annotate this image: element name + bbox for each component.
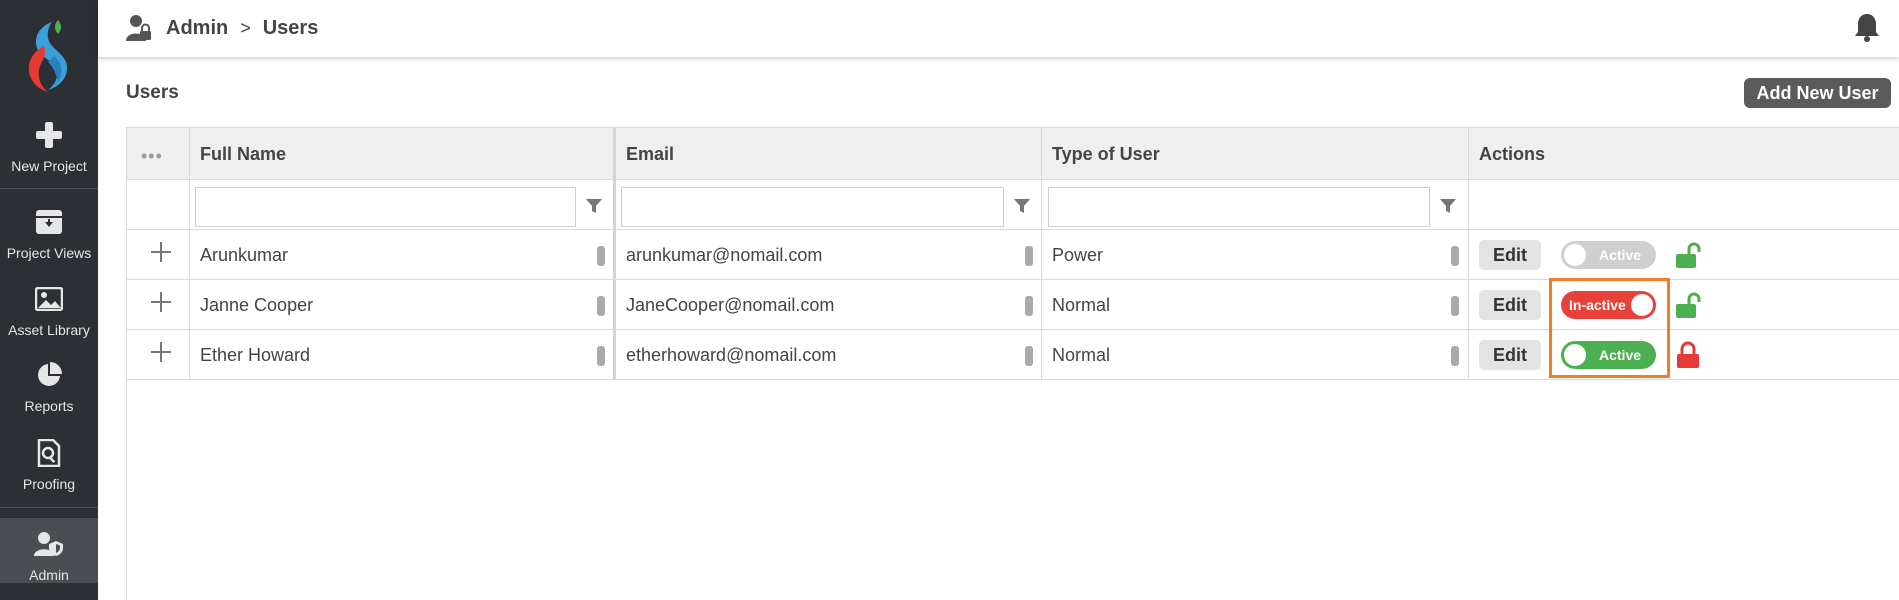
cell-full-name: Arunkumar — [200, 245, 289, 265]
sidebar-item-new-project[interactable]: New Project — [0, 118, 98, 174]
sidebar-item-label: Project Views — [6, 245, 92, 261]
column-header-type[interactable]: Type of User — [1042, 128, 1160, 180]
table-row: Arunkumar arunkumar@nomail.com Power Edi… — [127, 230, 1899, 280]
email-filter-input[interactable] — [621, 187, 1004, 227]
cell-email: arunkumar@nomail.com — [626, 245, 823, 265]
filter-icon[interactable] — [1439, 197, 1457, 215]
highlight-box — [1549, 278, 1670, 378]
column-header-actions: Actions — [1479, 144, 1546, 164]
filter-icon[interactable] — [1013, 197, 1031, 215]
sidebar: New Project Project Views Asset Library … — [0, 0, 98, 600]
sidebar-item-reports[interactable]: Reports — [0, 358, 98, 414]
status-toggle[interactable]: Active — [1561, 241, 1656, 269]
sidebar-item-label: Reports — [24, 398, 74, 414]
unlock-icon[interactable] — [1675, 241, 1701, 269]
cell-type: Normal — [1052, 295, 1111, 315]
user-shield-icon — [32, 527, 66, 561]
plus-icon — [32, 118, 66, 152]
sidebar-item-label: Asset Library — [8, 322, 90, 338]
status-label: Active — [1599, 247, 1642, 263]
resize-grip — [1025, 346, 1033, 366]
sidebar-divider — [0, 507, 98, 508]
sidebar-divider — [0, 188, 98, 189]
notification-bell-icon[interactable] — [1853, 12, 1881, 42]
resize-grip — [1025, 296, 1033, 316]
resize-grip — [1025, 246, 1033, 266]
sidebar-item-proofing[interactable]: Proofing — [0, 436, 98, 492]
resize-grip — [597, 296, 605, 316]
resize-grip — [1451, 246, 1459, 266]
sidebar-item-project-views[interactable]: Project Views — [0, 205, 98, 261]
pie-chart-icon — [32, 358, 66, 392]
resize-grip — [597, 346, 605, 366]
sidebar-item-label: New Project — [11, 158, 87, 174]
filter-row — [127, 180, 1899, 230]
image-icon — [32, 282, 66, 316]
cell-full-name: Ether Howard — [200, 345, 311, 365]
cell-type: Power — [1052, 245, 1104, 265]
column-header-email[interactable]: Email — [616, 128, 674, 180]
sidebar-item-label: Proofing — [22, 476, 76, 492]
resize-grip — [597, 246, 605, 266]
edit-button[interactable]: Edit — [1479, 240, 1541, 270]
table-header: ••• Full Name Email Type of User Actions — [127, 128, 1899, 180]
column-menu-icon[interactable]: ••• — [141, 146, 163, 167]
expand-row-icon[interactable] — [151, 342, 171, 362]
cell-full-name: Janne Cooper — [200, 295, 314, 315]
sidebar-item-asset-library[interactable]: Asset Library — [0, 282, 98, 338]
lock-icon[interactable] — [1675, 341, 1701, 369]
sidebar-item-admin[interactable]: Admin — [0, 518, 98, 583]
toggle-knob — [1564, 244, 1586, 266]
add-new-user-button[interactable]: Add New User — [1744, 78, 1891, 108]
breadcrumb-root[interactable]: Admin — [166, 17, 228, 40]
app-logo — [28, 20, 68, 92]
edit-button[interactable]: Edit — [1479, 340, 1541, 370]
sidebar-item-label: Admin — [29, 567, 69, 583]
filter-icon[interactable] — [585, 197, 603, 215]
expand-row-icon[interactable] — [151, 242, 171, 262]
admin-user-icon — [126, 15, 151, 41]
breadcrumb-current: Users — [262, 16, 319, 39]
cell-type: Normal — [1052, 345, 1111, 365]
resize-grip — [1451, 346, 1459, 366]
breadcrumb: Admin > Users — [126, 14, 318, 42]
breadcrumb-separator: > — [240, 17, 251, 38]
full-name-filter-input[interactable] — [195, 187, 576, 227]
expand-row-icon[interactable] — [151, 292, 171, 312]
download-box-icon — [32, 205, 66, 239]
top-bar: Admin > Users — [98, 0, 1899, 57]
page-title: Users — [126, 82, 179, 103]
document-search-icon — [32, 436, 66, 470]
unlock-icon[interactable] — [1675, 291, 1701, 319]
edit-button[interactable]: Edit — [1479, 290, 1541, 320]
cell-email: etherhoward@nomail.com — [626, 345, 837, 365]
cell-email: JaneCooper@nomail.com — [626, 295, 835, 315]
column-header-full-name[interactable]: Full Name — [190, 128, 286, 180]
resize-grip — [1451, 296, 1459, 316]
type-filter-input[interactable] — [1048, 187, 1430, 227]
